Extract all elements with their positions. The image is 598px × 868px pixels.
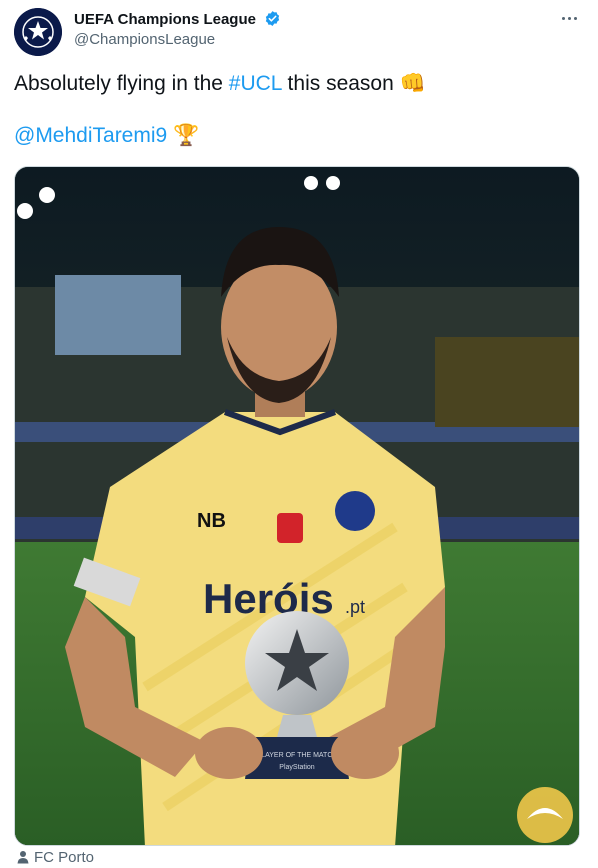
more-dot-icon bbox=[567, 17, 571, 21]
shirt-brand-text: NB bbox=[197, 510, 226, 532]
more-dot-icon bbox=[573, 17, 577, 21]
tweet-header: UEFA Champions League @ChampionsLeague bbox=[14, 8, 584, 56]
mention-line: @MehdiTaremi9 🏆 bbox=[14, 122, 584, 150]
tweet-text-prefix: Absolutely flying in the bbox=[14, 72, 229, 95]
tweet-text-suffix: this season bbox=[281, 72, 400, 95]
tweet-text: Absolutely flying in the #UCL this seaso… bbox=[14, 70, 584, 150]
handle[interactable]: @ChampionsLeague bbox=[74, 30, 281, 50]
ucl-starball-logo-icon bbox=[14, 8, 62, 56]
tagged-account-label: FC Porto bbox=[34, 849, 95, 866]
sponsor-suffix-text: .pt bbox=[345, 597, 365, 617]
watermark-logo-icon bbox=[517, 787, 573, 843]
hashtag-link[interactable]: #UCL bbox=[229, 72, 282, 95]
trophy-caption-text: PLAYER OF THE MATCH bbox=[257, 752, 338, 759]
screen-shape bbox=[55, 275, 181, 355]
verified-badge-icon bbox=[266, 11, 280, 26]
more-dot-icon bbox=[561, 17, 565, 21]
trophy-brand-text: PlayStation bbox=[279, 764, 315, 771]
player-photo-illustration: NB Heróis .pt PLAYER OF THE MATCH PlaySt… bbox=[15, 167, 579, 845]
fist-emoji-icon: 👊 bbox=[399, 72, 426, 95]
trophy-emoji-icon: 🏆 bbox=[173, 124, 200, 147]
user-names: UEFA Champions League @ChampionsLeague bbox=[74, 10, 281, 50]
more-options-button[interactable] bbox=[554, 10, 584, 32]
display-name-row: UEFA Champions League bbox=[74, 10, 281, 29]
tweet-photo[interactable]: NB Heróis .pt PLAYER OF THE MATCH PlaySt… bbox=[14, 166, 580, 846]
display-name[interactable]: UEFA Champions League bbox=[74, 11, 256, 28]
avatar[interactable] bbox=[14, 8, 62, 56]
mention-link[interactable]: @MehdiTaremi9 bbox=[14, 124, 167, 147]
tagged-account[interactable]: FC Porto bbox=[16, 849, 94, 867]
person-icon bbox=[17, 851, 29, 864]
tweet-card: UEFA Champions League @ChampionsLeague A… bbox=[0, 0, 598, 868]
